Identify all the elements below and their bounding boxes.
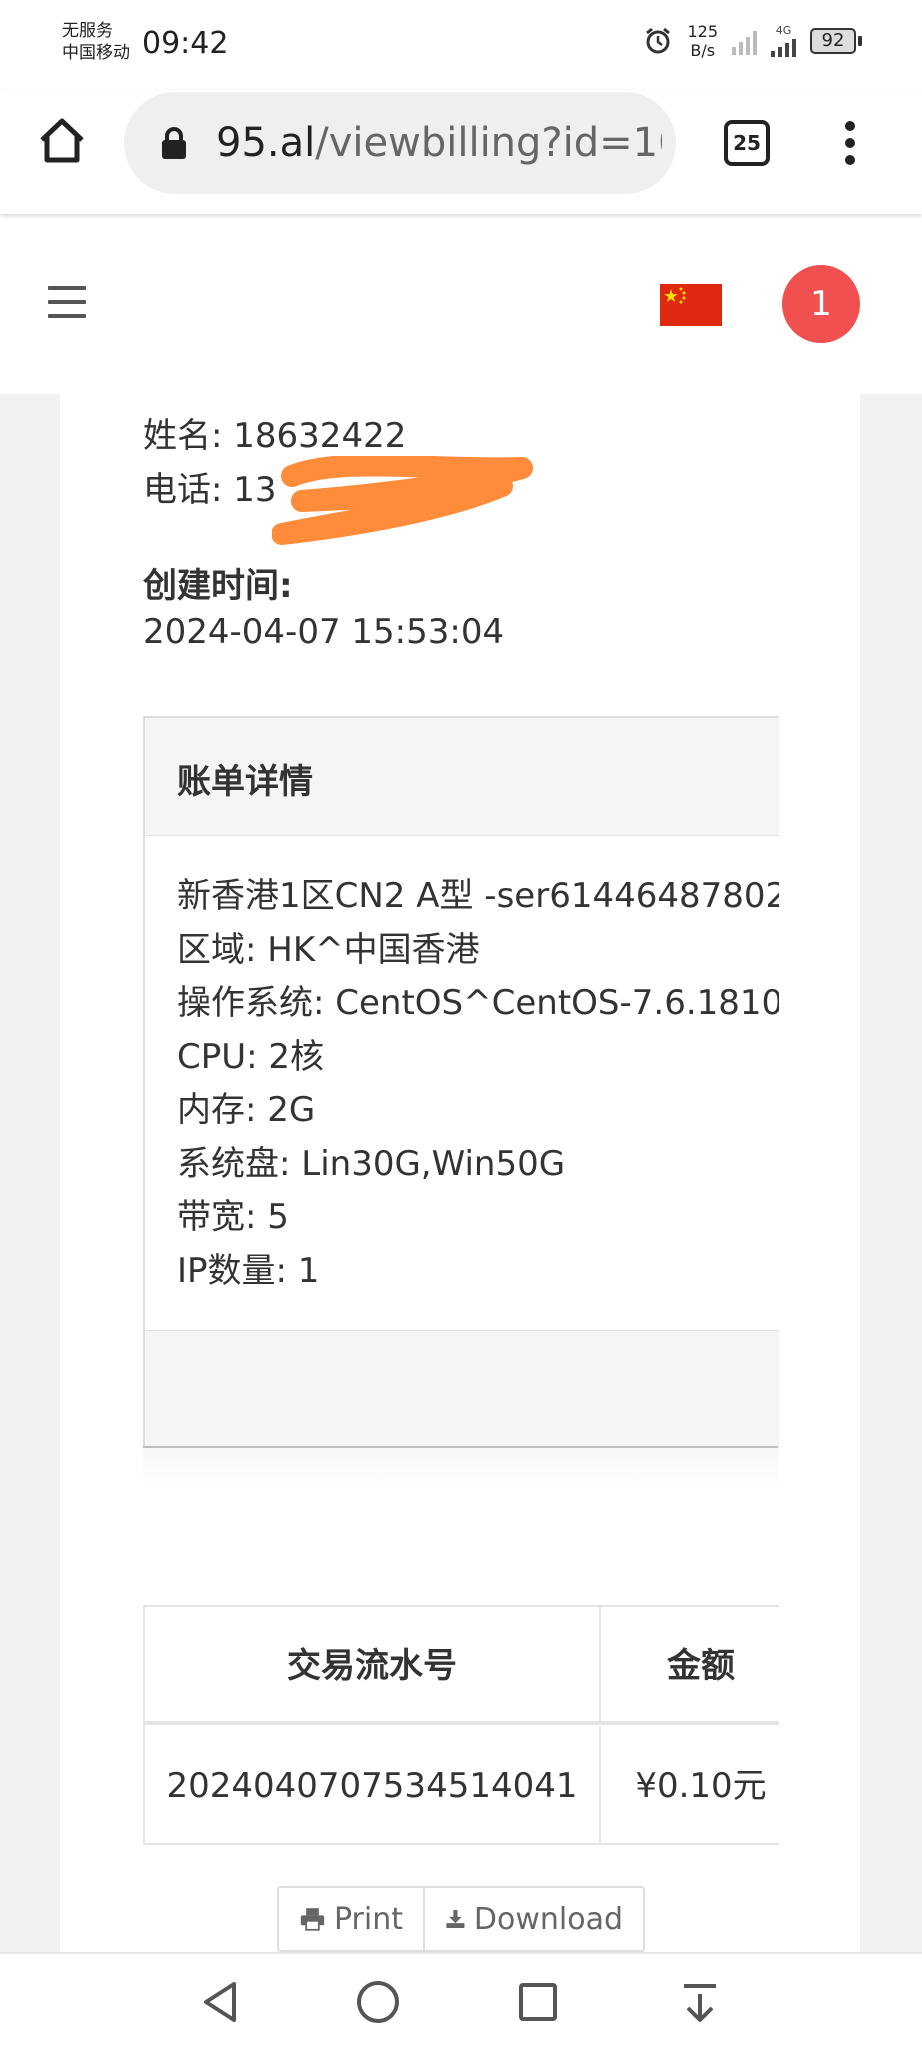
name-label: 姓名: [143,416,223,456]
lock-icon [162,127,186,159]
table-row: 2024040707534514041 ¥0.10元 [145,1727,779,1843]
status-bar: 无服务 中国移动 09:42 125 B/s 4G 92 [0,0,922,90]
bill-line-memory: 内存: 2G [177,1090,316,1130]
phone-value: 13 [233,470,277,510]
bill-line-region: 区域: HK^中国香港 [177,929,480,970]
address-bar[interactable]: 95.al/viewbilling?id=10 [124,92,676,194]
customer-phone: 电话: 13 [143,462,277,511]
status-icons: 125 B/s 4G 92 [643,22,862,60]
browser-toolbar: 95.al/viewbilling?id=10 25 [0,90,922,214]
network-speed-unit: B/s [690,41,716,60]
tab-switcher-button[interactable]: 25 [724,120,770,166]
carrier-line-2: 中国移动 [62,43,130,63]
network-speed-value: 125 [687,22,718,41]
amount-cell: ¥0.10元 [635,1766,767,1806]
bill-line-cpu: CPU: 2核 [177,1036,325,1077]
notification-badge[interactable]: 1 [782,265,860,343]
menu-icon[interactable] [48,286,86,318]
redaction-scribble [272,456,533,545]
url-path: /viewbilling?id=10 [315,120,662,166]
bill-line-bandwidth: 带宽: 5 [177,1197,289,1237]
download-button[interactable]: Download [425,1886,645,1952]
phone-label: 电话: [143,470,223,510]
print-button[interactable]: Print [277,1886,425,1952]
transaction-id-cell: 2024040707534514041 [145,1727,601,1843]
alarm-icon [646,27,671,54]
signal-sim2-icon: 4G [771,25,796,57]
bill-line-disk: 系统盘: Lin30G,Win50G [177,1143,566,1184]
created-label: 创建时间: [143,566,293,606]
battery-level: 92 [810,28,856,54]
bill-line-ip-count: IP数量: 1 [177,1250,320,1291]
back-icon[interactable] [196,1978,244,2026]
url-host: 95.al [216,120,316,166]
bill-line-os: 操作系统: CentOS^CentOS-7.6.1810 [177,983,779,1023]
bill-details-header: 账单详情 [145,718,779,836]
column-header-amount: 金额 [667,1646,735,1686]
download-label: Download [473,1901,623,1937]
bill-details-body: 新香港1区CN2 A型 -ser61446487802 区域: HK^中国香港 … [177,870,779,1298]
cn-flag-icon[interactable] [660,284,722,326]
name-value: 18632422 [233,416,407,456]
battery-icon: 92 [810,28,862,54]
customer-name: 姓名: 18632422 [143,408,406,457]
column-header-transaction-id: 交易流水号 [145,1607,601,1725]
transaction-table: 交易流水号 金额 2024040707534514041 ¥0.10元 [143,1605,779,1845]
panel-shadow [143,1448,779,1490]
invoice-actions: Print Download [277,1886,645,1952]
home-nav-icon[interactable] [354,1978,402,2026]
bill-details-title: 账单详情 [177,762,313,802]
bill-details-panel: 账单详情 新香港1区CN2 A型 -ser61446487802 区域: HK^… [143,716,779,1448]
site-header: 1 [0,214,922,394]
url-text[interactable]: 95.al/viewbilling?id=10 [216,120,662,166]
more-options-icon[interactable] [836,118,864,168]
carrier-line-1: 无服务 [62,21,113,41]
carrier-info: 无服务 中国移动 [62,20,130,64]
download-icon [446,1909,465,1929]
recents-icon[interactable] [514,1978,562,2026]
bill-line-product: 新香港1区CN2 A型 -ser61446487802 [177,876,779,916]
notification-shade-icon[interactable] [676,1978,724,2026]
signal-sim1-icon [732,27,757,55]
print-label: Print [333,1901,403,1937]
created-value: 2024-04-07 15:53:04 [143,612,505,652]
printer-icon [300,1908,325,1931]
status-time: 09:42 [142,26,229,61]
network-speed: 125 B/s [687,22,718,60]
table-header-row: 交易流水号 金额 [145,1607,779,1725]
system-navigation-bar [0,1952,922,2048]
home-icon[interactable] [36,114,88,166]
bill-details-footer [145,1330,779,1446]
network-type: 4G [775,24,792,37]
